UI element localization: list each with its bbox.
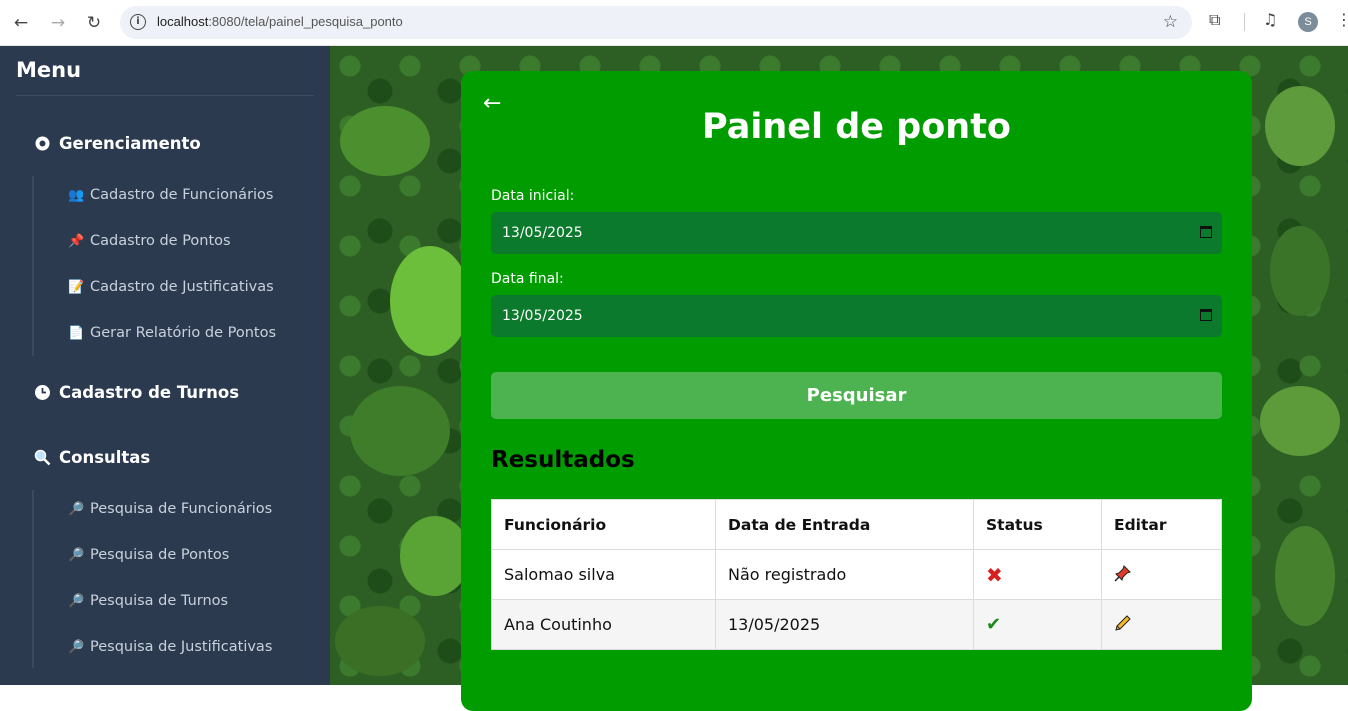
column-header-status: Status	[973, 499, 1102, 550]
magnifier-icon: 🔎	[68, 593, 85, 609]
clock-icon	[34, 384, 51, 401]
start-date-input[interactable]: 13/05/2025	[491, 212, 1222, 254]
sidebar-item-cadastro-justificativas[interactable]: 📝 Cadastro de Justificativas	[68, 279, 274, 295]
column-header-funcionario: Funcionário	[491, 499, 716, 550]
site-info-icon[interactable]: i	[130, 14, 146, 30]
sidebar-item-cadastro-pontos[interactable]: 📌 Cadastro de Pontos	[68, 233, 231, 249]
section-label: Consultas	[59, 448, 151, 467]
section-consultas[interactable]: Consultas	[34, 448, 150, 467]
end-date-label: Data final:	[491, 271, 564, 287]
end-date-input[interactable]: 13/05/2025	[491, 295, 1222, 337]
section-gerenciamento[interactable]: Gerenciamento	[34, 134, 201, 153]
sidebar-item-pesquisa-turnos[interactable]: 🔎 Pesquisa de Turnos	[68, 593, 228, 609]
section-cadastro-turnos[interactable]: Cadastro de Turnos	[34, 383, 239, 402]
start-date-label: Data inicial:	[491, 188, 575, 204]
cross-mark-icon: ✖	[986, 562, 1003, 587]
column-header-editar: Editar	[1101, 499, 1222, 550]
magnifier-icon: 🔎	[68, 501, 85, 517]
memo-icon: 📝	[68, 279, 85, 295]
sidebar-item-pesquisa-justificativas[interactable]: 🔎 Pesquisa de Justificativas	[68, 639, 272, 655]
table-row: Salomao silva Não registrado ✖	[491, 549, 1222, 600]
menu-divider	[16, 95, 314, 96]
pushpin-icon: 📌	[68, 233, 85, 249]
pencil-icon[interactable]	[1114, 614, 1132, 636]
toolbar-separator	[1244, 13, 1245, 31]
sidebar: Menu Gerenciamento 👥 Cadastro de Funcion…	[0, 46, 330, 685]
url-text[interactable]: localhost:8080/tela/painel_pesquisa_pont…	[157, 14, 403, 29]
submenu-consultas: 🔎 Pesquisa de Funcionários 🔎 Pesquisa de…	[32, 490, 272, 668]
back-icon[interactable]: ←	[9, 11, 33, 35]
column-header-data-entrada: Data de Entrada	[715, 499, 974, 550]
section-label: Gerenciamento	[59, 134, 201, 153]
gear-icon	[34, 135, 51, 152]
sidebar-item-pesquisa-funcionarios[interactable]: 🔎 Pesquisa de Funcionários	[68, 501, 272, 517]
check-mark-icon: ✔	[986, 614, 1002, 635]
cell-status: ✔	[973, 599, 1102, 650]
cell-status: ✖	[973, 549, 1102, 600]
calendar-icon[interactable]	[1200, 226, 1212, 238]
calendar-icon[interactable]	[1200, 309, 1212, 321]
search-button[interactable]: Pesquisar	[491, 372, 1222, 419]
media-control-icon[interactable]: ♫	[1263, 10, 1277, 29]
sidebar-item-gerar-relatorio[interactable]: 📄 Gerar Relatório de Pontos	[68, 325, 276, 341]
people-icon: 👥	[68, 187, 85, 203]
cell-editar	[1101, 549, 1222, 600]
cell-data-entrada: 13/05/2025	[715, 599, 974, 650]
sidebar-item-cadastro-funcionarios[interactable]: 👥 Cadastro de Funcionários	[68, 187, 274, 203]
extensions-icon[interactable]: ⧉	[1209, 10, 1220, 30]
magnifier-icon: 🔎	[68, 547, 85, 563]
more-menu-icon[interactable]: ⋮	[1336, 10, 1348, 29]
submenu-gerenciamento: 👥 Cadastro de Funcionários 📌 Cadastro de…	[32, 176, 276, 356]
results-title: Resultados	[491, 447, 635, 473]
profile-avatar[interactable]: S	[1298, 12, 1318, 32]
table-header-row: Funcionário Data de Entrada Status Edita…	[491, 499, 1222, 550]
menu-title: Menu	[16, 58, 82, 82]
address-bar[interactable]: i localhost:8080/tela/painel_pesquisa_po…	[120, 6, 1192, 39]
painel-card: ← Painel de ponto Data inicial: 13/05/20…	[461, 71, 1252, 711]
forward-icon[interactable]: →	[46, 11, 70, 35]
cell-editar	[1101, 599, 1222, 650]
magnifier-icon: 🔎	[68, 639, 85, 655]
magnifier-icon	[34, 449, 51, 466]
table-row: Ana Coutinho 13/05/2025 ✔	[491, 599, 1222, 650]
results-table: Funcionário Data de Entrada Status Edita…	[491, 499, 1222, 650]
document-icon: 📄	[68, 325, 85, 341]
page-title: Painel de ponto	[702, 107, 1011, 147]
cell-data-entrada: Não registrado	[715, 549, 974, 600]
pushpin-icon[interactable]	[1114, 564, 1132, 586]
cell-funcionario: Ana Coutinho	[491, 599, 716, 650]
bookmark-star-icon[interactable]: ☆	[1163, 12, 1178, 32]
reload-icon[interactable]: ↻	[82, 11, 106, 35]
browser-toolbar: ← → ↻ i localhost:8080/tela/painel_pesqu…	[0, 0, 1348, 46]
cell-funcionario: Salomao silva	[491, 549, 716, 600]
section-label: Cadastro de Turnos	[59, 383, 240, 402]
sidebar-item-pesquisa-pontos[interactable]: 🔎 Pesquisa de Pontos	[68, 547, 229, 563]
